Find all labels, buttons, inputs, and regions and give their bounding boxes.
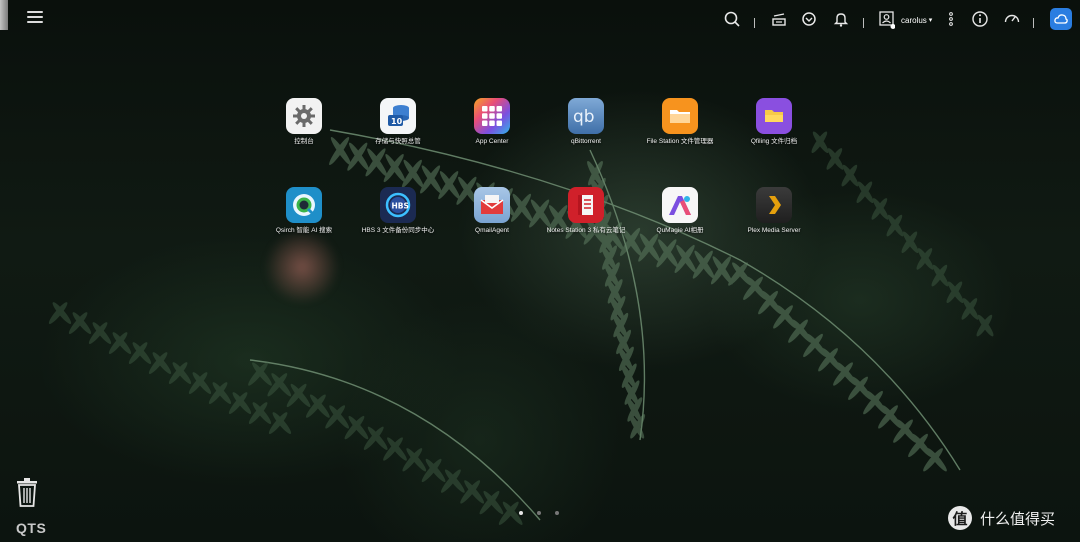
app-label: QmailAgent (475, 227, 509, 234)
app-qmailagent[interactable]: QmailAgent (447, 187, 537, 235)
watermark: 值 什么值得买 (948, 506, 1055, 530)
page-dot-1[interactable] (519, 511, 523, 515)
fern-illustration (48, 129, 994, 525)
sync-icon[interactable] (800, 10, 818, 28)
app-grid-icon (474, 98, 510, 134)
qsirch-icon (286, 187, 322, 223)
watermark-text: 什么值得买 (980, 509, 1056, 528)
app-label: Qfiling 文件归档 (750, 138, 798, 145)
qts-logo: QTS (16, 520, 47, 536)
app-notes-station[interactable]: Notes Station 3 私有云笔记 (541, 187, 631, 235)
app-label: Plex Media Server (747, 227, 801, 234)
task-icon[interactable] (770, 10, 788, 28)
archive-folder-icon (756, 98, 792, 134)
app-file-station[interactable]: File Station 文件管理器 (635, 98, 725, 146)
app-app-center[interactable]: App Center (447, 98, 537, 146)
app-label: Notes Station 3 私有云笔记 (546, 227, 626, 234)
svg-text:qb: qb (573, 107, 595, 127)
svg-text:HBS: HBS (392, 202, 409, 211)
user-menu[interactable]: carolus ▾ (879, 10, 932, 30)
username: carolus (901, 15, 927, 25)
toolbar-separator (754, 18, 755, 28)
app-label: HBS 3 文件备份同步中心 (361, 227, 435, 234)
top-bar: carolus ▾ (0, 0, 1080, 36)
svg-text:10: 10 (391, 117, 403, 126)
cloud-button[interactable] (1050, 8, 1072, 30)
app-qsirch[interactable]: Qsirch 智能 AI 搜索 (259, 187, 349, 235)
toolbar-separator (863, 18, 864, 28)
mail-icon (474, 187, 510, 223)
toolbar-separator (1033, 18, 1034, 28)
gear-icon (286, 98, 322, 134)
watermark-badge: 值 (948, 506, 972, 530)
trash-icon[interactable] (15, 476, 39, 508)
app-label: 控制台 (294, 138, 314, 145)
app-qumagie[interactable]: QuMagie AI相册 (635, 187, 725, 235)
bell-icon[interactable] (832, 10, 850, 28)
page-dot-2[interactable] (537, 511, 541, 515)
app-hbs3[interactable]: HBS HBS 3 文件备份同步中心 (353, 187, 443, 235)
app-label: App Center (475, 138, 509, 145)
app-label: Qsirch 智能 AI 搜索 (275, 227, 333, 234)
app-label: QuMagie AI相册 (656, 227, 704, 234)
app-storage-snapshots[interactable]: 10 存储与快照总管 (353, 98, 443, 146)
app-qfiling[interactable]: Qfiling 文件归档 (729, 98, 819, 146)
hbs-icon: HBS (380, 187, 416, 223)
storage-icon: 10 (380, 98, 416, 134)
app-label: File Station 文件管理器 (646, 138, 714, 145)
info-icon[interactable] (971, 10, 989, 28)
app-label: qBittorrent (571, 138, 601, 145)
desktop-wallpaper (0, 0, 1080, 542)
dashboard-icon[interactable] (1003, 10, 1021, 28)
plex-icon (756, 187, 792, 223)
desktop-pager (519, 511, 559, 515)
page-dot-3[interactable] (555, 511, 559, 515)
search-icon[interactable] (723, 10, 741, 28)
qbittorrent-icon: qb (568, 98, 604, 134)
cloud-icon (1054, 14, 1068, 24)
main-menu-button[interactable] (27, 11, 43, 25)
notes-icon (568, 187, 604, 223)
app-qbittorrent[interactable]: qb qBittorrent (541, 98, 631, 146)
more-icon[interactable] (944, 10, 958, 28)
chevron-down-icon: ▾ (928, 17, 933, 24)
folder-icon (662, 98, 698, 134)
app-plex[interactable]: Plex Media Server (729, 187, 819, 235)
qumagie-icon (662, 187, 698, 223)
user-avatar-icon (879, 11, 895, 29)
app-control-panel[interactable]: 控制台 (259, 98, 349, 146)
app-label: 存储与快照总管 (375, 138, 421, 145)
